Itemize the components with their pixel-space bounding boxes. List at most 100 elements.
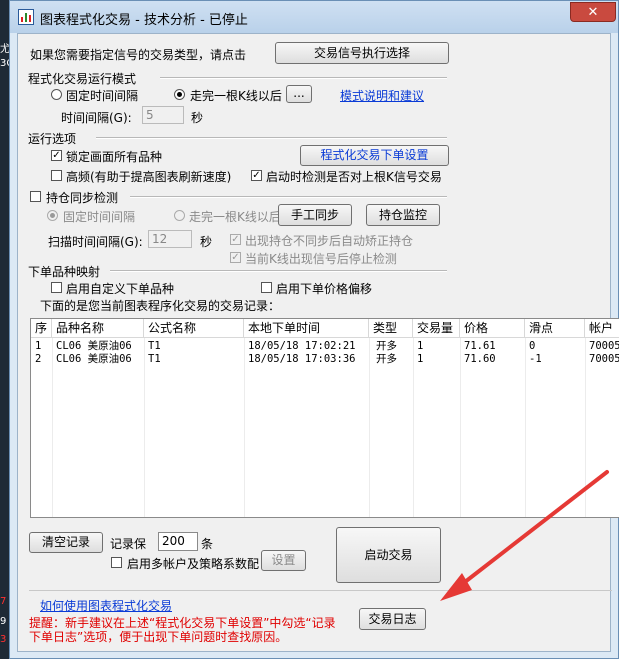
trading-dialog: 图表程式化交易 - 技术分析 - 已停止 ✕ 如果您需要指定信号的交易类型，请点… — [9, 0, 619, 659]
start-trading-button[interactable]: 启动交易 — [336, 527, 441, 583]
mapping-group-label: 下单品种映射 — [28, 265, 101, 279]
mode-radio-fixed[interactable] — [51, 89, 62, 100]
column-divider — [369, 338, 370, 517]
table-row[interactable]: 1 CL06 美原油06 T1 18/05/18 17:02:21 开多 1 7… — [31, 340, 619, 353]
clear-records-button[interactable]: 清空记录 — [29, 532, 103, 553]
cell-account: 70005 — [589, 353, 619, 365]
mode-group-label: 程式化交易运行模式 — [28, 72, 137, 86]
column-divider — [52, 338, 53, 517]
cell-index: 2 — [35, 353, 42, 365]
cell-type: 开多 — [376, 353, 397, 365]
keep-records-unit: 条 — [201, 537, 214, 551]
auto-correct-label: 出现持仓不同步后自动矫正持仓 — [245, 234, 414, 248]
column-header[interactable]: 序 — [31, 319, 52, 338]
column-divider — [460, 338, 461, 517]
mode-radio-fixed-label: 固定时间间隔 — [66, 89, 139, 103]
custom-symbol-label: 启用自定义下单品种 — [66, 282, 175, 296]
column-header[interactable]: 价格 — [460, 319, 525, 338]
cell-time: 18/05/18 17:02:21 — [248, 340, 356, 352]
window-title: 图表程式化交易 - 技术分析 - 已停止 — [40, 13, 248, 28]
signal-prompt: 如果您需要指定信号的交易类型，请点击 — [30, 48, 247, 62]
column-header[interactable]: 品种名称 — [52, 319, 144, 338]
multi-account-settings-button[interactable]: 设置 — [261, 550, 306, 571]
howto-link[interactable]: 如何使用图表程式化交易 — [40, 597, 172, 614]
highfreq-checkbox[interactable] — [51, 170, 62, 181]
highfreq-label: 高频(有助于提高图表刷新速度) — [66, 170, 232, 184]
options-separator — [96, 137, 447, 139]
column-divider — [244, 338, 245, 517]
lock-checkbox[interactable]: ✓ — [51, 150, 62, 161]
cell-symbol: CL06 美原油06 — [56, 353, 132, 365]
trade-log-button[interactable]: 交易日志 — [359, 608, 426, 630]
sync-group-label: 持仓同步检测 — [46, 191, 119, 205]
order-settings-button[interactable]: 程式化交易下单设置 — [300, 145, 449, 166]
column-header[interactable]: 帐户 — [585, 319, 619, 338]
trade-records-table[interactable]: 序 品种名称 公式名称 本地下单时间 类型 交易量 价格 滑点 帐户 1 CL0… — [30, 318, 619, 518]
column-header[interactable]: 滑点 — [525, 319, 585, 338]
cell-volume: 1 — [417, 353, 424, 365]
cell-type: 开多 — [376, 340, 397, 352]
position-monitor-button[interactable]: 持仓监控 — [366, 204, 440, 226]
sync-checkbox[interactable] — [30, 191, 41, 202]
sync-radio-fixed[interactable] — [47, 210, 58, 221]
column-divider — [144, 338, 145, 517]
column-header[interactable]: 公式名称 — [144, 319, 244, 338]
lock-label: 锁定画面所有品种 — [66, 150, 163, 164]
custom-symbol-checkbox[interactable] — [51, 282, 62, 293]
mode-separator — [160, 77, 447, 79]
column-divider — [525, 338, 526, 517]
bottom-separator — [29, 590, 612, 591]
price-offset-checkbox[interactable] — [261, 282, 272, 293]
mapping-separator — [110, 270, 447, 272]
column-divider — [413, 338, 414, 517]
price-offset-label: 启用下单价格偏移 — [276, 282, 373, 296]
chart-app-icon — [18, 9, 34, 25]
keep-records-input[interactable]: 200 — [158, 532, 198, 551]
column-header[interactable]: 交易量 — [413, 319, 460, 338]
scan-interval-label: 扫描时间间隔(G): — [48, 235, 143, 249]
sync-radio-fixed-label: 固定时间间隔 — [63, 210, 136, 224]
stop-check-label: 当前K线出现信号后停止检测 — [245, 252, 397, 266]
interval-input[interactable]: 5 — [142, 106, 184, 124]
cell-price: 71.60 — [464, 353, 496, 365]
interval-label: 时间间隔(G): — [61, 111, 132, 125]
mode-radio-bar-label: 走完一根K线以后 — [190, 89, 282, 103]
column-divider — [585, 338, 586, 517]
table-row[interactable]: 2 CL06 美原油06 T1 18/05/18 17:03:36 开多 1 7… — [31, 353, 619, 366]
multi-account-checkbox[interactable] — [111, 557, 122, 568]
mode-radio-bar[interactable] — [174, 89, 185, 100]
scan-interval-input[interactable]: 12 — [148, 230, 192, 248]
startup-check-checkbox[interactable]: ✓ — [251, 170, 262, 181]
sync-radio-bar-label: 走完一根K线以后 — [189, 210, 279, 224]
keep-records-label: 记录保 — [110, 537, 147, 551]
stop-check-checkbox[interactable]: ✓ — [230, 252, 241, 263]
cell-account: 70005 — [589, 340, 619, 352]
interval-unit: 秒 — [191, 111, 204, 125]
options-group-label: 运行选项 — [28, 132, 77, 146]
mode-help-link[interactable]: 模式说明和建议 — [340, 87, 424, 104]
cell-symbol: CL06 美原油06 — [56, 340, 132, 352]
cell-slippage: 0 — [529, 340, 536, 352]
startup-check-label: 启动时检测是否对上根K信号交易 — [266, 170, 442, 184]
hint-line-2: 下单日志”选项，便于出现下单问题时查找原因。 — [29, 630, 288, 644]
auto-correct-checkbox[interactable]: ✓ — [230, 234, 241, 245]
signal-select-button[interactable]: 交易信号执行选择 — [275, 42, 449, 64]
sync-separator — [130, 196, 447, 198]
mode-ellipsis-button[interactable]: ... — [286, 85, 312, 103]
multi-account-label: 启用多帐户及策略系数配 — [127, 557, 260, 571]
cell-price: 71.61 — [464, 340, 496, 352]
cell-formula: T1 — [148, 353, 161, 365]
cell-volume: 1 — [417, 340, 424, 352]
sync-radio-bar[interactable] — [174, 210, 185, 221]
title-bar[interactable]: 图表程式化交易 - 技术分析 - 已停止 ✕ — [10, 1, 618, 33]
column-header[interactable]: 类型 — [369, 319, 413, 338]
scan-interval-unit: 秒 — [200, 235, 213, 249]
cell-slippage: -1 — [529, 353, 542, 365]
column-header[interactable]: 本地下单时间 — [244, 319, 369, 338]
records-caption: 下面的是您当前图表程序化交易的交易记录： — [40, 299, 281, 313]
cell-formula: T1 — [148, 340, 161, 352]
cell-time: 18/05/18 17:03:36 — [248, 353, 356, 365]
close-button[interactable]: ✕ — [570, 2, 616, 22]
cell-index: 1 — [35, 340, 42, 352]
manual-sync-button[interactable]: 手工同步 — [278, 204, 352, 226]
